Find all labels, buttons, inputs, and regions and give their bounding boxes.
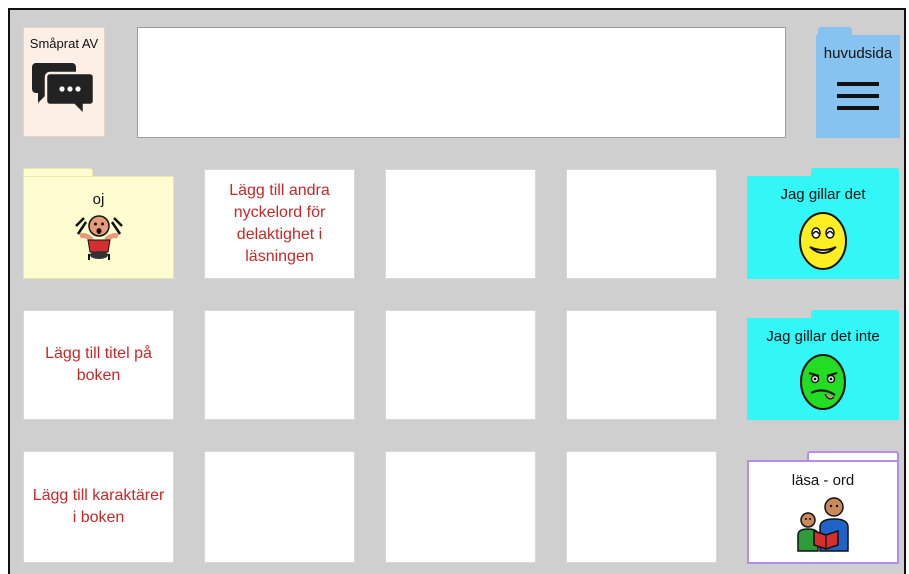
add-characters-text: Lägg till karaktärer i boken [32, 487, 165, 526]
surprised-person-icon [74, 215, 123, 260]
message-window[interactable] [137, 27, 786, 138]
read-words-label: läsa - ord [791, 472, 855, 489]
read-words-folder-button[interactable]: läsa - ord [747, 451, 899, 564]
smalltalk-button[interactable]: Småprat AV [23, 27, 105, 137]
like-folder-button[interactable]: Jag gillar det [747, 168, 899, 279]
add-title-text: Lägg till titel på boken [45, 345, 152, 384]
empty-cell-r1c4[interactable] [566, 169, 717, 279]
add-keywords-text: Lägg till andra nyckelord för delaktighe… [229, 182, 330, 265]
empty-cell-r3c3[interactable] [385, 451, 536, 563]
like-label: Jag gillar det [780, 186, 866, 203]
empty-cell-r2c2[interactable] [204, 310, 355, 420]
oj-folder-button[interactable]: oj [23, 168, 174, 279]
add-title-cell[interactable]: Lägg till titel på boken [23, 310, 174, 420]
add-characters-cell[interactable]: Lägg till karaktärer i boken [23, 451, 174, 563]
empty-cell-r2c4[interactable] [566, 310, 717, 420]
speech-bubbles-icon [32, 63, 96, 115]
empty-cell-r1c3[interactable] [385, 169, 536, 279]
reading-together-icon [797, 497, 849, 552]
add-keywords-cell[interactable]: Lägg till andra nyckelord för delaktighe… [204, 169, 355, 279]
smalltalk-label: Småprat AV [29, 36, 99, 51]
empty-cell-r3c2[interactable] [204, 451, 355, 563]
hamburger-menu-icon [837, 82, 879, 110]
happy-face-icon [799, 212, 847, 270]
oj-label: oj [92, 191, 105, 208]
home-folder-button[interactable]: huvudsida [816, 27, 900, 138]
empty-cell-r2c3[interactable] [385, 310, 536, 420]
dislike-label: Jag gillar det inte [766, 328, 880, 345]
disgusted-face-icon [800, 354, 846, 410]
empty-cell-r3c4[interactable] [566, 451, 717, 563]
home-label: huvudsida [823, 45, 893, 62]
dislike-folder-button[interactable]: Jag gillar det inte [747, 310, 899, 420]
